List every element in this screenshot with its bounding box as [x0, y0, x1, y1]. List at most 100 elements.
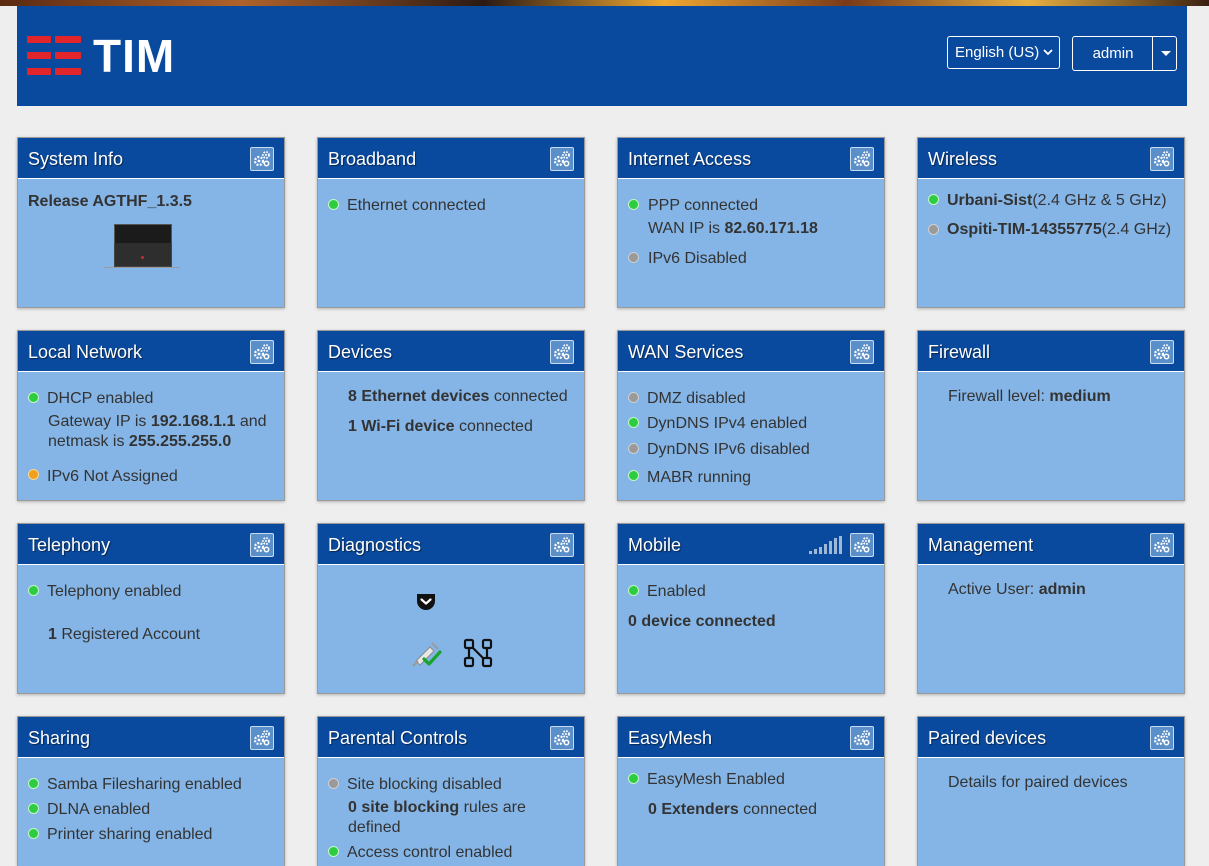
- card-telephony[interactable]: Telephony Telephony enabled 1 Registered…: [17, 523, 285, 694]
- card-header: Broadband: [318, 138, 584, 179]
- active-user-prefix: Active User:: [948, 581, 1039, 598]
- card-wan-services[interactable]: WAN Services DMZ disabled DynDNS IPv4 en…: [617, 330, 885, 501]
- user-menu-divider: [1152, 37, 1153, 70]
- card-title[interactable]: Paired devices: [928, 728, 1046, 749]
- ethernet-devices-line: 8 Ethernet devices connected: [348, 388, 568, 406]
- card-title[interactable]: Diagnostics: [328, 535, 421, 556]
- status-dot-green: [628, 417, 639, 428]
- card-wireless[interactable]: Wireless Urbani-Sist(2.4 GHz & 5 GHz) Os…: [917, 137, 1185, 308]
- status-dot-orange: [28, 469, 39, 480]
- card-title[interactable]: Firewall: [928, 342, 990, 363]
- settings-gears-icon[interactable]: [1150, 726, 1174, 750]
- card-diagnostics[interactable]: Diagnostics: [317, 523, 585, 694]
- card-devices[interactable]: Devices 8 Ethernet devices connected 1 W…: [317, 330, 585, 501]
- status-dot-green: [28, 828, 39, 839]
- ssid-guest-band: (2.4 GHz): [1101, 221, 1172, 238]
- netmask-value: 255.255.255.0: [128, 433, 232, 450]
- settings-gears-icon[interactable]: [850, 533, 874, 557]
- settings-gears-icon[interactable]: [550, 533, 574, 557]
- gateway-ip-value: 192.168.1.1: [150, 413, 236, 430]
- card-title[interactable]: Management: [928, 535, 1033, 556]
- broadband-status: Ethernet connected: [347, 197, 486, 214]
- settings-gears-icon[interactable]: [250, 340, 274, 364]
- card-header: WAN Services: [618, 331, 884, 372]
- card-title[interactable]: Local Network: [28, 342, 142, 363]
- blocking-rules-count: 0 site blocking: [348, 799, 460, 816]
- language-select[interactable]: English (US): [947, 36, 1060, 69]
- card-header: Firewall: [918, 331, 1184, 372]
- card-firewall[interactable]: Firewall Firewall level: medium: [917, 330, 1185, 501]
- pocket-icon[interactable]: [416, 593, 436, 611]
- user-menu-label: admin: [1092, 45, 1134, 62]
- settings-gears-icon[interactable]: [1150, 533, 1174, 557]
- firewall-level-prefix: Firewall level:: [948, 388, 1050, 405]
- card-easymesh[interactable]: EasyMesh EasyMesh Enabled 0 Extenders co…: [617, 716, 885, 866]
- card-mobile[interactable]: Mobile Enabled 0 device connected: [617, 523, 885, 694]
- extenders-line: 0 Extenders connected: [648, 801, 817, 819]
- status-dot-grey: [928, 224, 939, 235]
- card-title[interactable]: Wireless: [928, 149, 997, 170]
- card-title[interactable]: Telephony: [28, 535, 110, 556]
- card-title[interactable]: WAN Services: [628, 342, 743, 363]
- card-title[interactable]: Internet Access: [628, 149, 751, 170]
- registered-accounts-line: 1 Registered Account: [48, 626, 200, 644]
- settings-gears-icon[interactable]: [550, 726, 574, 750]
- blocking-rules-line: 0 site blocking rules are: [348, 799, 526, 817]
- ssid-primary-band: (2.4 GHz & 5 GHz): [1032, 192, 1167, 209]
- settings-gears-icon[interactable]: [1150, 340, 1174, 364]
- status-dot-green: [328, 199, 339, 210]
- card-management[interactable]: Management Active User: admin: [917, 523, 1185, 694]
- card-title[interactable]: System Info: [28, 149, 123, 170]
- ipv6-status: IPv6 Not Assigned: [47, 468, 178, 485]
- card-header: Diagnostics: [318, 524, 584, 565]
- card-title[interactable]: Parental Controls: [328, 728, 467, 749]
- mabr-status: MABR running: [647, 469, 752, 486]
- caret-down-icon[interactable]: [1161, 51, 1171, 56]
- card-broadband[interactable]: Broadband Ethernet connected: [317, 137, 585, 308]
- card-header: EasyMesh: [618, 717, 884, 758]
- wifi-devices-suffix: connected: [454, 418, 533, 435]
- active-user-line: Active User: admin: [948, 581, 1086, 599]
- status-dot-green: [28, 585, 39, 596]
- settings-gears-icon[interactable]: [250, 147, 274, 171]
- active-user-value: admin: [1038, 581, 1086, 598]
- status-dot-green: [628, 470, 639, 481]
- user-menu-button[interactable]: admin: [1072, 36, 1177, 71]
- card-title[interactable]: Devices: [328, 342, 392, 363]
- card-header: Parental Controls: [318, 717, 584, 758]
- gateway-ip-line: Gateway IP is 192.168.1.1 and: [48, 413, 267, 431]
- status-dot-green: [28, 778, 39, 789]
- status-dot-green: [928, 194, 939, 205]
- card-local-network[interactable]: Local Network DHCP enabled Gateway IP is…: [17, 330, 285, 501]
- settings-gears-icon[interactable]: [250, 533, 274, 557]
- status-dot-grey: [328, 778, 339, 789]
- card-title[interactable]: Broadband: [328, 149, 416, 170]
- gateway-ip-and: and: [235, 413, 267, 430]
- extenders-count: 0 Extenders: [648, 801, 739, 818]
- card-paired-devices[interactable]: Paired devices Details for paired device…: [917, 716, 1185, 866]
- card-title[interactable]: Mobile: [628, 535, 681, 556]
- settings-gears-icon[interactable]: [1150, 147, 1174, 171]
- settings-gears-icon[interactable]: [250, 726, 274, 750]
- card-parental-controls[interactable]: Parental Controls Site blocking disabled…: [317, 716, 585, 866]
- card-sharing[interactable]: Sharing Samba Filesharing enabled DLNA e…: [17, 716, 285, 866]
- ssid-primary-name: Urbani-Sist: [947, 192, 1033, 209]
- status-dot-green: [328, 846, 339, 857]
- card-title[interactable]: Sharing: [28, 728, 90, 749]
- settings-gears-icon[interactable]: [850, 147, 874, 171]
- registered-accounts-count: 1: [48, 626, 57, 643]
- graph-nodes-icon[interactable]: [463, 638, 493, 668]
- settings-gears-icon[interactable]: [850, 340, 874, 364]
- settings-gears-icon[interactable]: [550, 340, 574, 364]
- settings-gears-icon[interactable]: [850, 726, 874, 750]
- card-internet-access[interactable]: Internet Access PPP connected WAN IP is …: [617, 137, 885, 308]
- card-header: Mobile: [618, 524, 884, 565]
- ppp-status: PPP connected: [648, 197, 759, 214]
- card-header: Management: [918, 524, 1184, 565]
- card-system-info[interactable]: System Info Release AGTHF_1.3.5: [17, 137, 285, 308]
- settings-gears-icon[interactable]: [550, 147, 574, 171]
- card-title[interactable]: EasyMesh: [628, 728, 712, 749]
- network-check-icon[interactable]: [412, 639, 442, 669]
- gateway-ip-prefix: Gateway IP is: [48, 413, 151, 430]
- card-header: System Info: [18, 138, 284, 179]
